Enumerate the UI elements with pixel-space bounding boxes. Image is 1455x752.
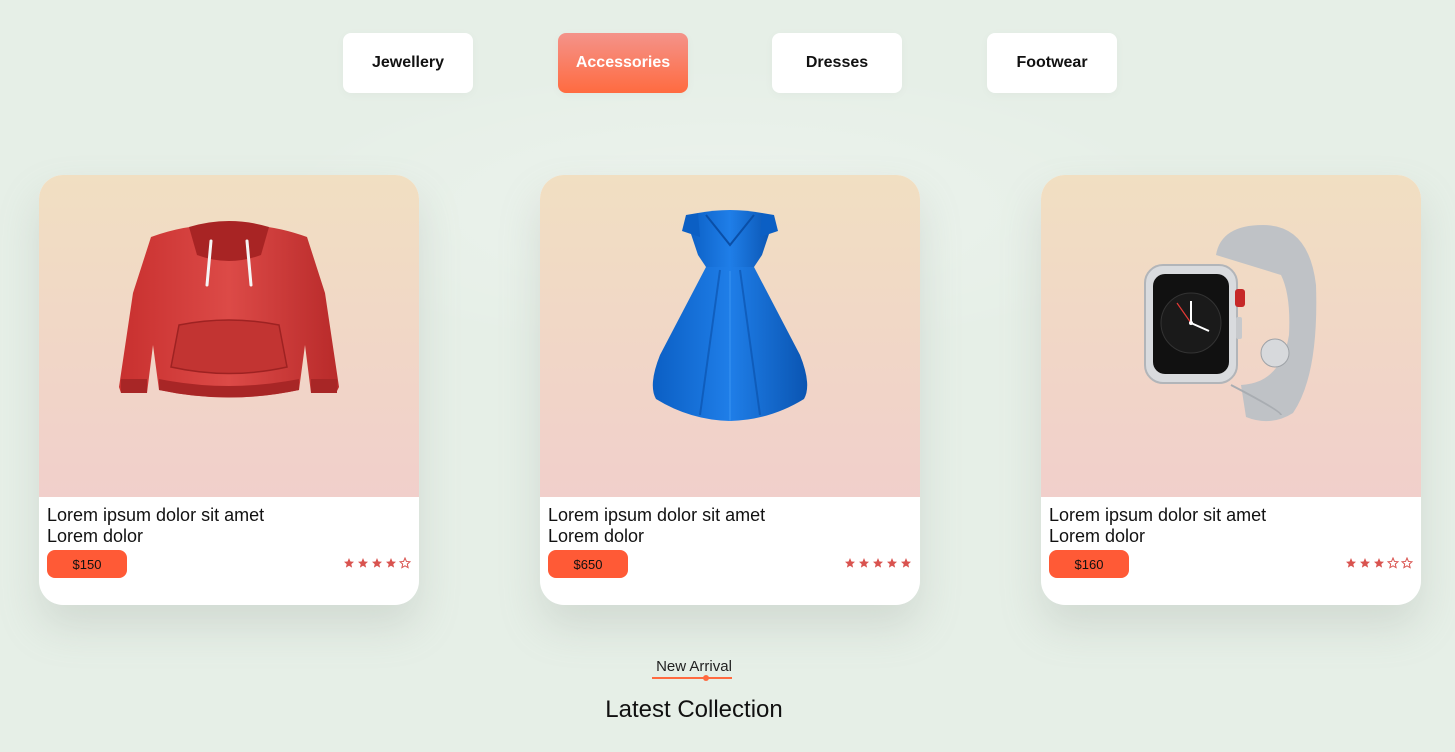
star-filled-icon bbox=[844, 557, 856, 569]
star-filled-icon bbox=[357, 557, 369, 569]
rating-stars bbox=[343, 557, 411, 571]
star-filled-icon bbox=[385, 557, 397, 569]
star-filled-icon bbox=[343, 557, 355, 569]
section-underline bbox=[652, 677, 732, 679]
product-image[interactable] bbox=[39, 175, 419, 497]
product-card[interactable]: Lorem ipsum dolor sit amet Lorem dolor $… bbox=[39, 175, 419, 605]
product-image[interactable] bbox=[540, 175, 920, 497]
star-filled-icon bbox=[872, 557, 884, 569]
product-image[interactable] bbox=[1041, 175, 1421, 497]
product-title-line2: Lorem dolor bbox=[47, 526, 144, 546]
star-filled-icon bbox=[1359, 557, 1371, 569]
star-outline-icon bbox=[399, 557, 411, 569]
star-filled-icon bbox=[858, 557, 870, 569]
product-title-line2: Lorem dolor bbox=[1049, 526, 1146, 546]
category-tabs: Jewellery Accessories Dresses Footwear bbox=[343, 33, 1118, 93]
product-card[interactable]: Lorem ipsum dolor sit amet Lorem dolor $… bbox=[1041, 175, 1421, 605]
blue-dress-icon bbox=[652, 210, 808, 421]
price-button[interactable]: $160 bbox=[1049, 550, 1129, 578]
rating-stars bbox=[844, 557, 912, 571]
rating-stars bbox=[1345, 557, 1413, 571]
star-filled-icon bbox=[1373, 557, 1385, 569]
tab-accessories[interactable]: Accessories bbox=[558, 33, 688, 93]
smartwatch-icon bbox=[1144, 225, 1317, 422]
section-underline-dot bbox=[703, 675, 709, 681]
tab-footwear[interactable]: Footwear bbox=[987, 33, 1117, 93]
tab-jewellery[interactable]: Jewellery bbox=[343, 33, 473, 93]
star-outline-icon bbox=[1401, 557, 1413, 569]
section-title: Latest Collection bbox=[605, 696, 783, 723]
star-filled-icon bbox=[371, 557, 383, 569]
product-title-line1: Lorem ipsum dolor sit amet bbox=[47, 505, 265, 525]
star-filled-icon bbox=[886, 557, 898, 569]
product-title: Lorem ipsum dolor sit amet Lorem dolor bbox=[1049, 505, 1349, 547]
price-button[interactable]: $150 bbox=[47, 550, 127, 578]
product-title-line1: Lorem ipsum dolor sit amet bbox=[548, 505, 766, 525]
star-outline-icon bbox=[1387, 557, 1399, 569]
star-filled-icon bbox=[1345, 557, 1357, 569]
price-button[interactable]: $650 bbox=[548, 550, 628, 578]
red-hoodie-icon bbox=[119, 221, 339, 398]
product-title: Lorem ipsum dolor sit amet Lorem dolor bbox=[47, 505, 347, 547]
tab-dresses[interactable]: Dresses bbox=[772, 33, 902, 93]
product-title: Lorem ipsum dolor sit amet Lorem dolor bbox=[548, 505, 848, 547]
product-title-line2: Lorem dolor bbox=[548, 526, 645, 546]
product-title-line1: Lorem ipsum dolor sit amet bbox=[1049, 505, 1267, 525]
section-subtitle: New Arrival bbox=[656, 658, 732, 675]
product-card[interactable]: Lorem ipsum dolor sit amet Lorem dolor $… bbox=[540, 175, 920, 605]
star-filled-icon bbox=[900, 557, 912, 569]
